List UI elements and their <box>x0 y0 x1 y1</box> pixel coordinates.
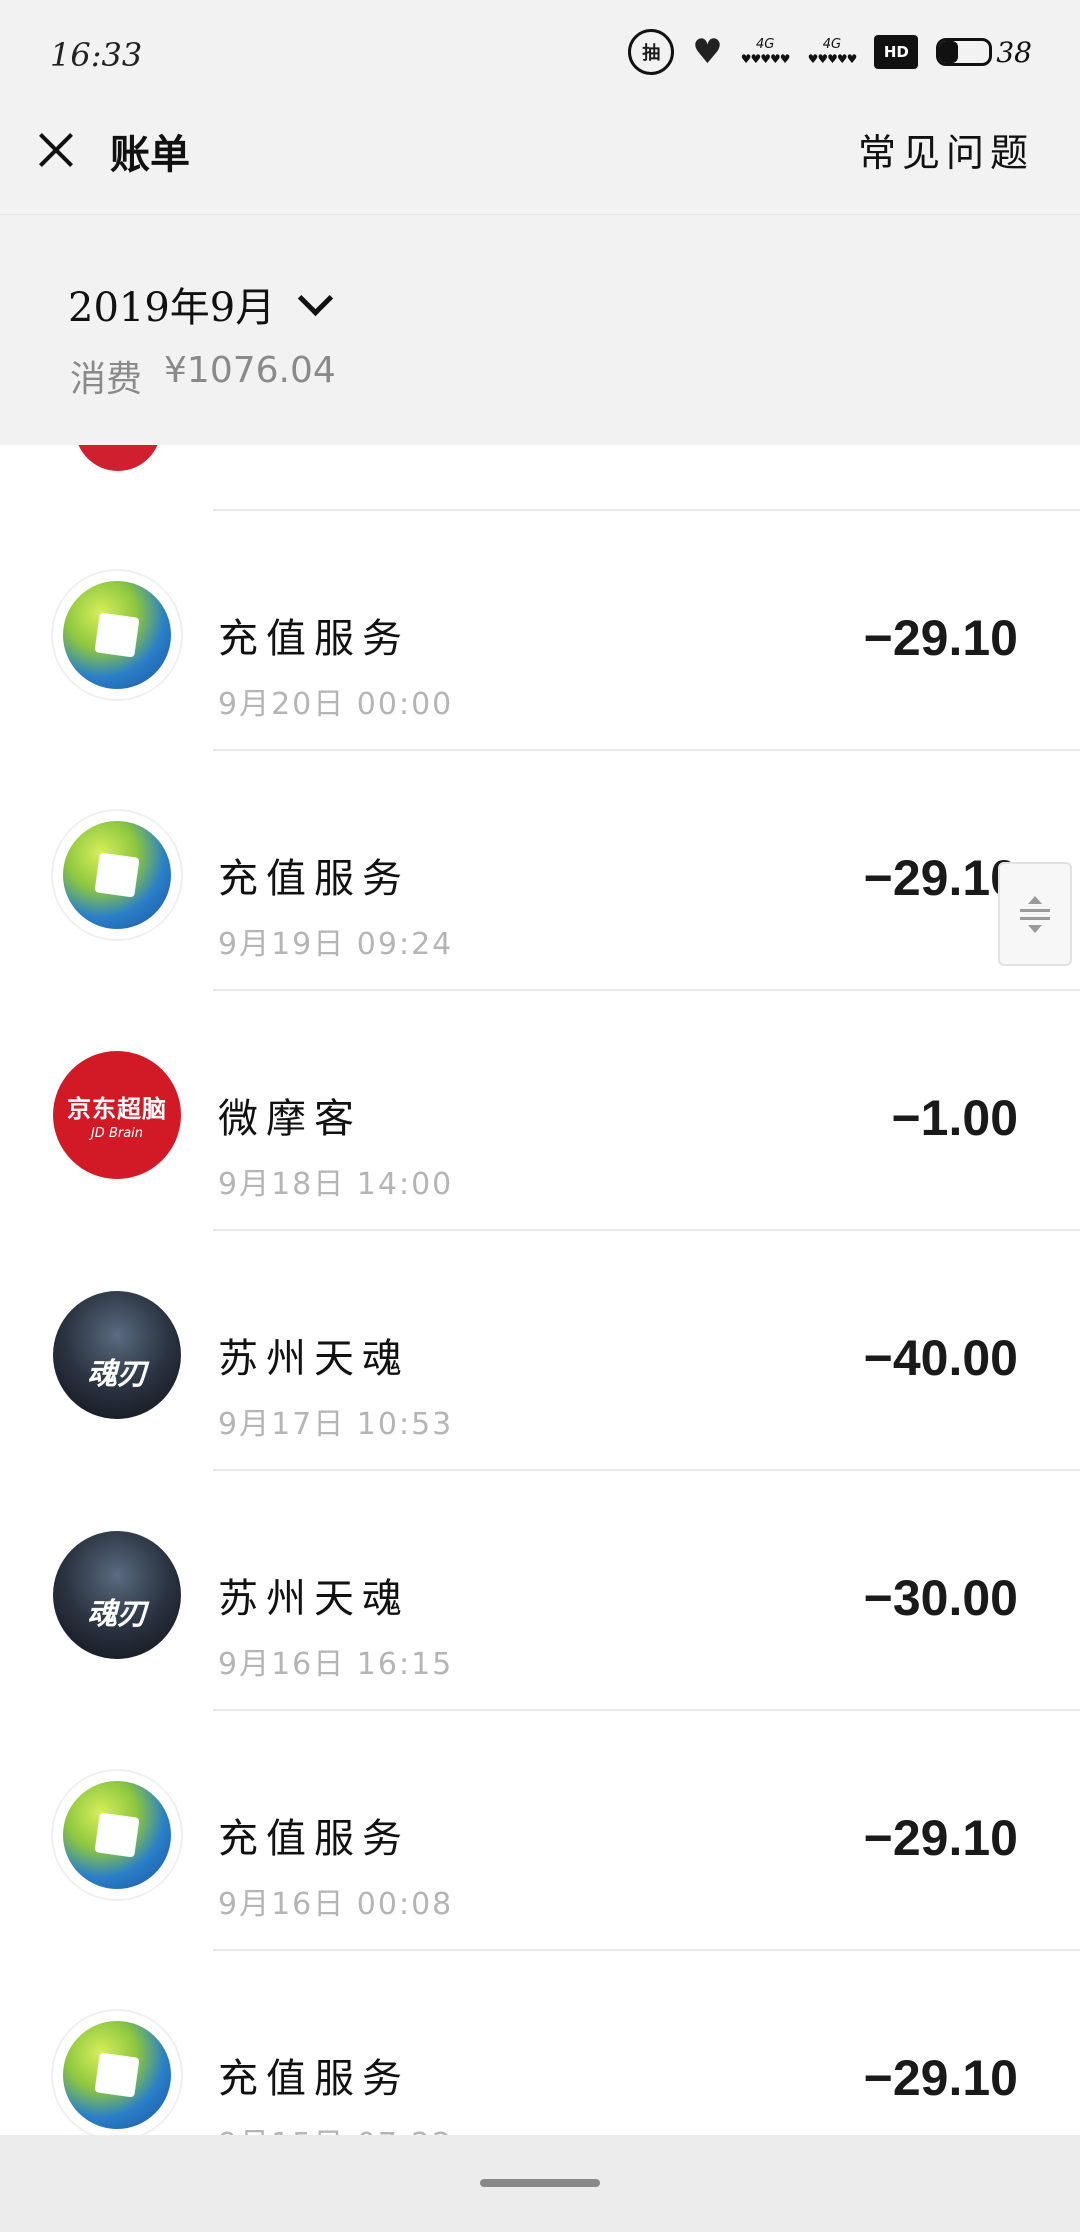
transaction-amount: −29.10 <box>863 850 1018 906</box>
home-indicator[interactable] <box>480 2179 600 2187</box>
transaction-time: 9月17日 10:53 <box>218 1407 454 1442</box>
transaction-amount: −29.10 <box>863 1810 1018 1866</box>
transaction-time: 9月18日 14:00 <box>218 1167 454 1202</box>
transaction-time: 9月16日 00:08 <box>218 1887 454 1922</box>
jd-brain-logo: 京东超脑 JD Brain <box>53 1051 181 1179</box>
battery-level: 38 <box>996 35 1032 69</box>
game-logo: 魂刃 <box>53 1531 181 1659</box>
transaction-amount: −30.00 <box>863 1570 1018 1626</box>
service-logo-center <box>94 612 140 658</box>
transaction-amount: −1.00 <box>891 1090 1018 1146</box>
month-label: 2019年9月 <box>68 285 276 331</box>
spend-summary: 消费 ¥1076.04 <box>70 350 336 402</box>
service-logo-center <box>94 2052 140 2098</box>
signal-1-label: 4G <box>755 37 775 52</box>
transaction-time: 9月15日 07:22 <box>218 2119 453 2135</box>
notification-badge-icon: 抽 <box>628 29 675 75</box>
signal-2-label: 4G <box>822 37 842 52</box>
transaction-name: 苏州天魂 <box>218 1576 410 1622</box>
spend-label: 消费 <box>70 359 143 400</box>
title-bar: 账单 常见问题 <box>0 100 1080 215</box>
transaction-amount: −29.10 <box>863 2050 1018 2106</box>
screen: 16:33 抽 ♥ 4G ♥♥♥♥♥ 4G ♥♥♥♥♥ HD 38 账单 常见问… <box>0 0 1080 2232</box>
transaction-name: 充值服务 <box>218 616 410 662</box>
list-item[interactable]: 充值服务 9月15日 07:22 −29.10 <box>0 1951 1080 2135</box>
hd-icon: HD <box>874 35 919 69</box>
status-time: 16:33 <box>50 36 143 74</box>
scroll-handle-icon[interactable] <box>998 862 1072 966</box>
list-item[interactable]: 魂刃 苏州天魂 9月17日 10:53 −40.00 <box>0 1231 1080 1471</box>
battery-body <box>936 38 993 66</box>
list-item[interactable]: 充值服务 9月16日 00:08 −29.10 <box>0 1711 1080 1951</box>
spend-amount: ¥1076.04 <box>164 350 336 391</box>
scroll-grip-line <box>1020 908 1050 912</box>
game-logo-text: 魂刃 <box>87 1597 147 1632</box>
month-summary: 2019年9月 消费 ¥1076.04 <box>0 215 1080 445</box>
signal-1-bars: ♥♥♥♥♥ <box>740 52 791 66</box>
jd-brain-logo-text: 京东超脑 <box>67 1095 167 1123</box>
scroll-up-arrow <box>1028 895 1042 904</box>
heart-icon: ♥ <box>692 32 723 72</box>
status-bar: 16:33 抽 ♥ 4G ♥♥♥♥♥ 4G ♥♥♥♥♥ HD 38 <box>0 0 1080 100</box>
service-logo-center <box>94 852 140 898</box>
scroll-down-arrow <box>1028 924 1042 933</box>
status-icons: 抽 ♥ 4G ♥♥♥♥♥ 4G ♥♥♥♥♥ HD 38 <box>628 29 1032 75</box>
transaction-name: 充值服务 <box>218 856 410 902</box>
jd-brain-logo-partial <box>75 445 161 471</box>
notification-badge-label: 抽 <box>642 43 661 64</box>
partial-list-item[interactable] <box>0 445 1080 511</box>
hd-label: HD <box>883 43 909 61</box>
transaction-time: 9月20日 00:00 <box>218 687 454 722</box>
transaction-amount: −29.10 <box>863 610 1018 666</box>
game-logo: 魂刃 <box>53 1291 181 1419</box>
game-logo-text: 魂刃 <box>87 1357 147 1392</box>
transaction-amount: −40.00 <box>863 1330 1018 1386</box>
transaction-name: 苏州天魂 <box>218 1336 410 1382</box>
service-logo <box>53 1771 181 1899</box>
list-item[interactable]: 魂刃 苏州天魂 9月16日 16:15 −30.00 <box>0 1471 1080 1711</box>
list-item[interactable]: 京东超脑 JD Brain 微摩客 9月18日 14:00 −1.00 <box>0 991 1080 1231</box>
transaction-time: 9月19日 09:24 <box>218 927 454 962</box>
month-selector[interactable]: 2019年9月 <box>68 275 334 333</box>
jd-brain-logo-subtext: JD Brain <box>90 1126 144 1141</box>
signal-2-bars: ♥♥♥♥♥ <box>807 52 858 66</box>
service-logo <box>53 2011 181 2135</box>
service-logo <box>53 811 181 939</box>
bottom-navigation-bar <box>0 2135 1080 2232</box>
transaction-name: 充值服务 <box>218 1816 410 1862</box>
signal-2-icon: 4G ♥♥♥♥♥ <box>807 37 858 67</box>
page-title: 账单 <box>110 132 190 178</box>
battery-fill <box>939 41 959 63</box>
transaction-time: 9月16日 16:15 <box>218 1647 454 1682</box>
transaction-name: 充值服务 <box>218 2056 410 2102</box>
faq-link[interactable]: 常见问题 <box>858 122 1034 177</box>
scroll-grip-line <box>1020 916 1050 920</box>
service-logo-center <box>94 1812 140 1858</box>
list-item[interactable]: 充值服务 9月20日 00:00 −29.10 <box>0 511 1080 751</box>
signal-1-icon: 4G ♥♥♥♥♥ <box>740 37 791 67</box>
service-logo <box>53 571 181 699</box>
chevron-down-icon[interactable] <box>298 280 334 316</box>
list-item[interactable]: 充值服务 9月19日 09:24 −29.10 <box>0 751 1080 991</box>
transaction-name: 微摩客 <box>218 1096 362 1142</box>
battery-icon: 38 <box>936 36 1032 69</box>
transaction-list[interactable]: 充值服务 9月20日 00:00 −29.10 充值服务 9月19日 09:24… <box>0 445 1080 2135</box>
close-icon[interactable] <box>34 128 78 172</box>
